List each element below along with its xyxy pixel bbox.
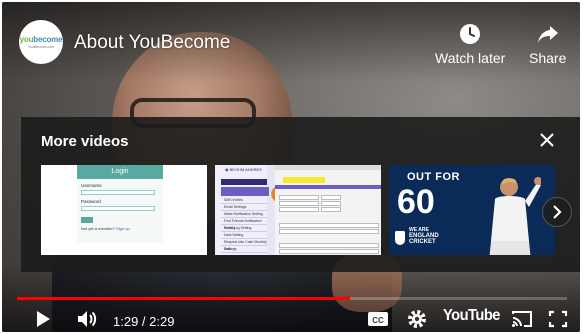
play-icon[interactable]: [35, 308, 51, 330]
video-thumbnail-cricket[interactable]: OUT FOR 60 WE ARE ENGLAND CRICKET: [389, 165, 555, 255]
volume-icon[interactable]: [76, 308, 98, 330]
time-display: 1:29 / 2:29: [113, 313, 175, 329]
thumb-cricket-tag: WE ARE ENGLAND CRICKET: [409, 227, 439, 245]
thumb-login-button: [81, 217, 93, 223]
youtube-logo[interactable]: YouTube: [443, 307, 500, 325]
thumb-menu-item: Make Notification Setting: [221, 211, 267, 218]
thumb-login-footer: Not yet a member? Sign up: [81, 226, 130, 231]
share-label: Share: [529, 50, 567, 66]
thumb-login-field1: Username: [81, 183, 102, 188]
logo-word-become: become: [33, 35, 63, 44]
chevron-right-icon: [553, 205, 562, 219]
fullscreen-icon[interactable]: [548, 308, 568, 330]
video-title[interactable]: About YouBecome: [74, 32, 230, 54]
more-videos-title: More videos: [41, 133, 129, 150]
thumb-menu-item: SMS Invites: [221, 197, 267, 204]
thumb-menu-item: Data Setting: [221, 232, 267, 239]
clock-icon: [460, 24, 481, 44]
video-thumbnail-settings[interactable]: ◉ BEOHM ANDRES SMS Invites Email Settings…: [215, 165, 381, 255]
svg-text:CC: CC: [372, 316, 384, 325]
channel-logo-sub: YouBecome.com: [27, 45, 55, 49]
next-videos-button[interactable]: [542, 197, 572, 227]
video-thumbnail-login[interactable]: Login Username Password Not yet a member…: [41, 165, 207, 255]
progress-bar[interactable]: [17, 297, 567, 300]
channel-logo-text: youbecome: [20, 35, 63, 44]
close-icon[interactable]: [538, 131, 556, 149]
progress-played: [17, 297, 350, 300]
settings-gear-icon[interactable]: [406, 308, 428, 330]
thumb-menu-item: Email Log Setting: [221, 225, 267, 232]
thumb-app-logo: ◉ BEOHM ANDRES: [225, 167, 262, 172]
video-player[interactable]: youbecome YouBecome.com About YouBecome …: [2, 2, 580, 332]
thumb-login-field2: Password: [81, 199, 101, 204]
thumb-cricket-heading: OUT FOR: [407, 171, 460, 183]
thumb-menu-item: Data: [221, 246, 267, 253]
cast-icon[interactable]: [511, 308, 533, 330]
england-crest-icon: [395, 231, 405, 245]
captions-icon[interactable]: CC: [367, 308, 389, 330]
logo-word-you: you: [19, 35, 34, 44]
thumb-menu-item: Email Settings: [221, 204, 267, 211]
watch-later-button[interactable]: Watch later: [435, 22, 505, 66]
thumb-login-heading: Login: [77, 165, 163, 179]
thumb-menu-item: Request Use Cash Monthly Settings: [221, 239, 267, 251]
thumb-menu-item: Find Friends Notification Setting: [221, 218, 267, 230]
share-button[interactable]: Share: [529, 22, 566, 66]
more-videos-panel: More videos Login Username Password Not …: [21, 117, 580, 272]
cricket-player-image: [489, 177, 541, 255]
share-arrow-icon: [537, 26, 558, 43]
channel-avatar[interactable]: youbecome YouBecome.com: [19, 20, 63, 64]
thumb-cricket-number: 60: [397, 183, 435, 221]
watch-later-label: Watch later: [435, 50, 506, 66]
